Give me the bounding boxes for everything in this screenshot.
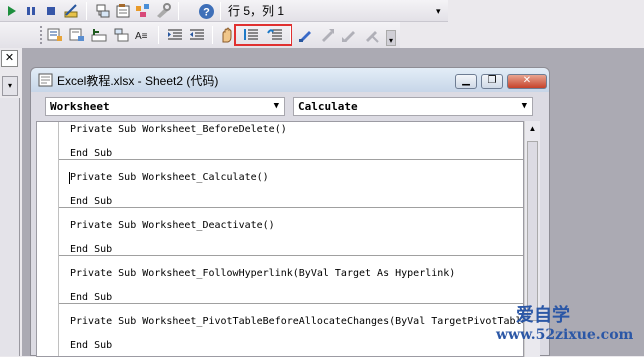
code-window: Excel教程.xlsx - Sheet2 (代码) ▁ ❐ ✕ Workshe… (30, 67, 550, 357)
minimize-button[interactable]: ▁ (455, 74, 477, 89)
text-cursor (69, 172, 70, 184)
procedure-combo[interactable]: Calculate ▼ (293, 97, 533, 116)
edit-toolbar: A≡ ▾ (0, 22, 400, 48)
toolbox-icon[interactable] (154, 2, 172, 20)
toolbar-empty-area (448, 0, 644, 48)
panel-dropdown-icon[interactable]: ▾ (2, 76, 18, 96)
pause-icon[interactable] (22, 2, 40, 20)
watermark: 爱自学 www.52zixue.com (496, 305, 634, 344)
previous-bookmark-icon (340, 26, 358, 44)
run-icon[interactable] (2, 2, 20, 20)
chevron-down-icon[interactable]: ▼ (274, 98, 279, 115)
procedure-combo-value: Calculate (298, 100, 358, 113)
code-line[interactable]: Private Sub Worksheet_PivotTableBeforeAl… (70, 316, 523, 328)
toolbar-options-icon[interactable]: ▾ (436, 6, 441, 17)
code-window-icon (38, 73, 53, 87)
object-combo-value: Worksheet (50, 100, 110, 113)
stop-icon[interactable] (42, 2, 60, 20)
code-window-titlebar[interactable]: Excel教程.xlsx - Sheet2 (代码) ▁ ❐ ✕ (31, 68, 549, 92)
margin-indicator-bar[interactable] (37, 122, 59, 356)
uncomment-block-icon[interactable] (266, 26, 284, 44)
toolbar-options-icon[interactable]: ▾ (386, 30, 396, 46)
svg-text:A≡: A≡ (135, 31, 148, 42)
design-mode-icon[interactable] (62, 2, 80, 20)
close-button[interactable]: ✕ (507, 74, 547, 89)
code-editor[interactable]: Private Sub Worksheet_BeforeDelete() End… (36, 121, 524, 357)
toggle-bookmark-icon[interactable] (296, 26, 314, 44)
object-combo[interactable]: Worksheet ▼ (45, 97, 285, 116)
code-line[interactable]: Private Sub Worksheet_BeforeDelete() (70, 124, 287, 136)
code-line[interactable]: End Sub (70, 340, 112, 352)
outdent-icon[interactable] (188, 26, 206, 44)
left-panel: ✕ ▾ (0, 48, 22, 356)
procedure-separator (59, 207, 523, 208)
parameter-info-icon[interactable] (112, 26, 130, 44)
chevron-down-icon[interactable]: ▼ (522, 98, 527, 115)
help-icon[interactable]: ? (197, 2, 215, 20)
properties-icon[interactable] (114, 2, 132, 20)
scroll-up-icon[interactable]: ▲ (527, 123, 538, 135)
scrollbar-thumb[interactable] (527, 141, 538, 321)
object-browser-icon[interactable] (134, 2, 152, 20)
complete-word-icon[interactable]: A≡ (134, 26, 152, 44)
project-explorer-icon[interactable] (94, 2, 112, 20)
panel-close-icon[interactable]: ✕ (1, 50, 18, 67)
procedure-separator (59, 159, 523, 160)
cursor-position-status: 行 5，列 1 (228, 4, 285, 18)
code-window-title: Excel教程.xlsx - Sheet2 (代码) (57, 74, 219, 88)
code-line[interactable]: Private Sub Worksheet_Calculate() (70, 172, 269, 184)
procedure-separator (59, 303, 523, 304)
code-line[interactable]: Private Sub Worksheet_Deactivate() (70, 220, 275, 232)
procedure-separator (59, 255, 523, 256)
code-line[interactable]: Private Sub Worksheet_FollowHyperlink(By… (70, 268, 455, 280)
svg-text:?: ? (203, 6, 210, 18)
comment-block-icon[interactable] (242, 26, 260, 44)
list-constants-icon[interactable] (68, 26, 86, 44)
next-bookmark-icon (318, 26, 336, 44)
indent-icon[interactable] (166, 26, 184, 44)
restore-button[interactable]: ❐ (481, 74, 503, 89)
quick-info-icon[interactable] (90, 26, 108, 44)
list-properties-icon[interactable] (46, 26, 64, 44)
clear-bookmarks-icon (362, 26, 380, 44)
